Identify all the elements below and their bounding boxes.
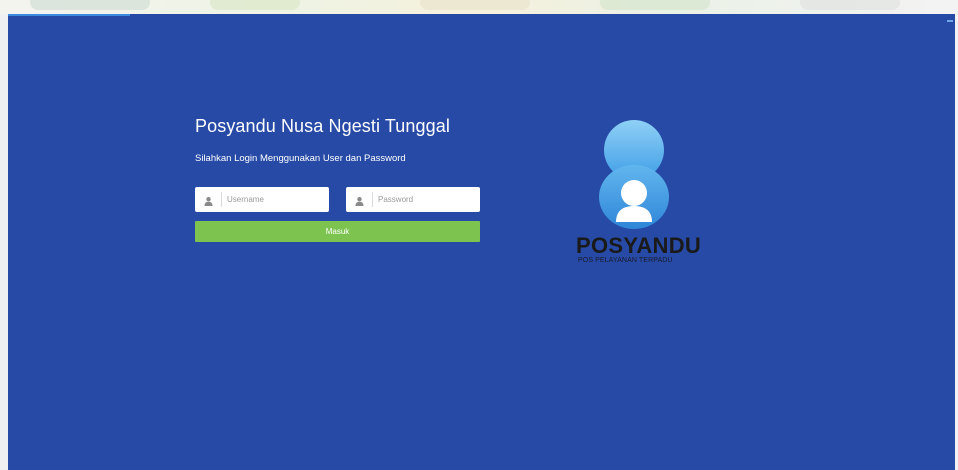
login-instructions: Silahkan Login Menggunakan User dan Pass… [195, 153, 406, 164]
user-icon [354, 194, 365, 206]
user-icon [203, 194, 214, 206]
field-divider [221, 192, 222, 207]
panel-corner-accent [947, 20, 953, 22]
watermark-shape [210, 0, 300, 10]
masuk-button[interactable]: Masuk [195, 221, 480, 242]
logo-tagline: POS PELAYANAN TERPADU [578, 257, 673, 264]
watermark-shape [600, 0, 710, 10]
top-watermark-strip [0, 0, 958, 14]
password-field[interactable] [346, 187, 480, 212]
left-edge-strip [0, 14, 8, 470]
field-divider [372, 192, 373, 207]
screen: Posyandu Nusa Ngesti Tunggal Silahkan Lo… [0, 0, 958, 470]
username-input[interactable] [227, 191, 323, 208]
watermark-shape [30, 0, 150, 10]
posyandu-person-icon [599, 120, 669, 229]
watermark-shape [800, 0, 900, 10]
password-input[interactable] [378, 191, 474, 208]
logo-name: POSYANDU [576, 233, 702, 258]
page-title: Posyandu Nusa Ngesti Tunggal [195, 116, 450, 136]
panel-top-accent [8, 14, 130, 16]
posyandu-logo: POSYANDU POS PELAYANAN TERPADU [570, 118, 710, 278]
watermark-shape [420, 0, 530, 10]
login-panel: Posyandu Nusa Ngesti Tunggal Silahkan Lo… [8, 14, 955, 470]
username-field[interactable] [195, 187, 329, 212]
